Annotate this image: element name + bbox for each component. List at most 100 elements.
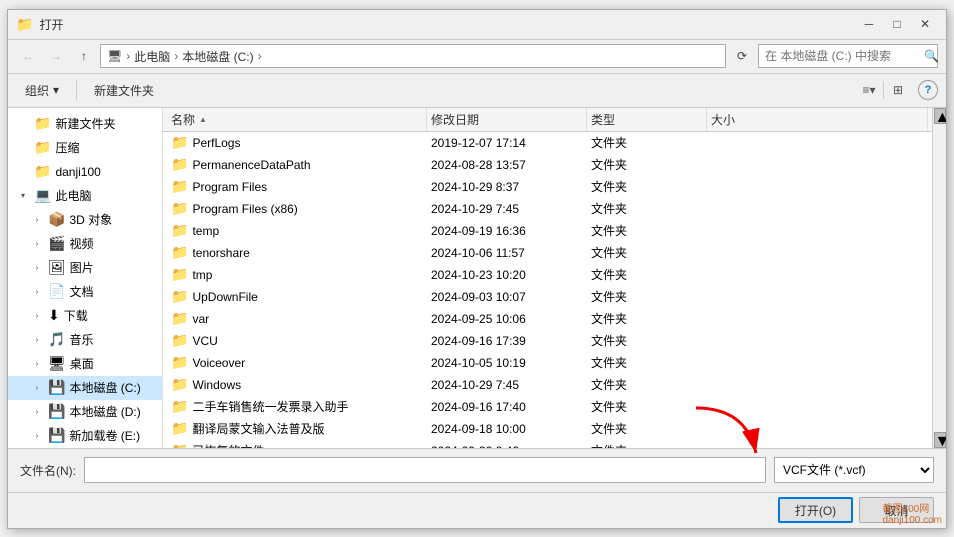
table-row[interactable]: 📁 VCU 2024-09-16 17:39 文件夹 bbox=[163, 330, 932, 352]
expand-icon: › bbox=[30, 381, 44, 395]
sidebar-item-compress[interactable]: 📁 压缩 bbox=[8, 136, 162, 160]
title-bar: 📁 打开 ─ □ ✕ bbox=[8, 10, 946, 40]
back-button[interactable]: ← bbox=[16, 44, 40, 68]
file-date: 2024-09-19 16:36 bbox=[427, 224, 587, 238]
table-row[interactable]: 📁 翻译局蒙文输入法普及版 2024-09-18 10:00 文件夹 bbox=[163, 418, 932, 440]
sidebar-item-3d[interactable]: › 📦 3D 对象 bbox=[8, 208, 162, 232]
breadcrumb-this-pc[interactable]: 此电脑 bbox=[134, 48, 170, 65]
scrollbar-up[interactable]: ▲ bbox=[934, 108, 946, 124]
table-row[interactable]: 📁 二手车销售统一发票录入助手 2024-09-16 17:40 文件夹 bbox=[163, 396, 932, 418]
file-type: 文件夹 bbox=[587, 156, 707, 173]
table-row[interactable]: 📁 PerfLogs 2019-12-07 17:14 文件夹 bbox=[163, 132, 932, 154]
expand-icon: › bbox=[30, 309, 44, 323]
close-button[interactable]: ✕ bbox=[912, 14, 938, 34]
table-row[interactable]: 📁 PermanenceDataPath 2024-08-28 13:57 文件… bbox=[163, 154, 932, 176]
up-button[interactable]: ↑ bbox=[72, 44, 96, 68]
sidebar-item-new-folder[interactable]: 📁 新建文件夹 bbox=[8, 112, 162, 136]
folder-icon: 📁 bbox=[171, 156, 188, 173]
folder-icon: 📁 bbox=[34, 139, 51, 156]
file-date: 2024-10-29 8:37 bbox=[427, 180, 587, 194]
file-date: 2024-09-16 17:39 bbox=[427, 334, 587, 348]
sidebar-item-pictures[interactable]: › 🖼 图片 bbox=[8, 256, 162, 280]
file-date: 2024-10-23 10:20 bbox=[427, 268, 587, 282]
filetype-select[interactable]: VCF文件 (*.vcf) bbox=[774, 457, 934, 483]
file-name: 📁 PermanenceDataPath bbox=[167, 156, 427, 173]
drive-icon: 💾 bbox=[48, 403, 65, 420]
sort-arrow: ▲ bbox=[199, 115, 207, 124]
scrollbar-down[interactable]: ▼ bbox=[934, 432, 946, 448]
expand-icon: › bbox=[30, 357, 44, 371]
file-name: 📁 Windows bbox=[167, 376, 427, 393]
new-folder-button[interactable]: 新建文件夹 bbox=[85, 77, 163, 103]
table-row[interactable]: 📁 Voiceover 2024-10-05 10:19 文件夹 bbox=[163, 352, 932, 374]
table-row[interactable]: 📁 var 2024-09-25 10:06 文件夹 bbox=[163, 308, 932, 330]
file-name: 📁 二手车销售统一发票录入助手 bbox=[167, 398, 427, 415]
table-row[interactable]: 📁 UpDownFile 2024-09-03 10:07 文件夹 bbox=[163, 286, 932, 308]
view-grid-button[interactable]: ⊞ bbox=[886, 78, 910, 102]
col-header-size[interactable]: 大小 bbox=[707, 108, 928, 131]
expand-icon: › bbox=[30, 285, 44, 299]
file-date: 2024-09-25 10:06 bbox=[427, 312, 587, 326]
search-bar: 🔍 bbox=[758, 44, 938, 68]
sidebar-item-d-drive[interactable]: › 💾 本地磁盘 (D:) bbox=[8, 400, 162, 424]
view-list-button[interactable]: ≡▾ bbox=[857, 78, 881, 102]
help-button[interactable]: ? bbox=[918, 80, 938, 100]
filename-input[interactable] bbox=[84, 457, 766, 483]
table-row[interactable]: 📁 temp 2024-09-19 16:36 文件夹 bbox=[163, 220, 932, 242]
sidebar-item-video[interactable]: › 🎬 视频 bbox=[8, 232, 162, 256]
folder-icon: 📁 bbox=[171, 376, 188, 393]
action-bar: 打开(O) 取消 bbox=[8, 492, 946, 528]
minimize-button[interactable]: ─ bbox=[856, 14, 882, 34]
maximize-button[interactable]: □ bbox=[884, 14, 910, 34]
sidebar-item-documents[interactable]: › 📄 文档 bbox=[8, 280, 162, 304]
downloads-icon: ⬇ bbox=[48, 307, 60, 324]
expand-icon: › bbox=[30, 333, 44, 347]
expand-icon: › bbox=[30, 429, 44, 443]
file-name: 📁 Program Files bbox=[167, 178, 427, 195]
file-type: 文件夹 bbox=[587, 354, 707, 371]
col-header-type[interactable]: 类型 bbox=[587, 108, 707, 131]
sidebar-item-music[interactable]: › 🎵 音乐 bbox=[8, 328, 162, 352]
table-row[interactable]: 📁 Program Files 2024-10-29 8:37 文件夹 bbox=[163, 176, 932, 198]
file-name: 📁 temp bbox=[167, 222, 427, 239]
open-dialog: 📁 打开 ─ □ ✕ ← → ↑ 🖥 › 此电脑 › 本地磁盘 (C:) › ⟳… bbox=[7, 9, 947, 529]
breadcrumb-computer[interactable]: 🖥 bbox=[107, 49, 122, 63]
scrollbar[interactable]: ▲ ▼ bbox=[932, 108, 946, 448]
col-header-name[interactable]: 名称 ▲ bbox=[167, 108, 427, 131]
sidebar: 📁 新建文件夹 📁 压缩 📁 danji100 ▾ 💻 此电脑 › bbox=[8, 108, 163, 448]
main-content: 📁 新建文件夹 📁 压缩 📁 danji100 ▾ 💻 此电脑 › bbox=[8, 108, 946, 448]
table-row[interactable]: 📁 tenorshare 2024-10-06 11:57 文件夹 bbox=[163, 242, 932, 264]
breadcrumb-c-drive[interactable]: 本地磁盘 (C:) bbox=[182, 48, 253, 65]
table-row[interactable]: 📁 Program Files (x86) 2024-10-29 7:45 文件… bbox=[163, 198, 932, 220]
table-row[interactable]: 📁 tmp 2024-10-23 10:20 文件夹 bbox=[163, 264, 932, 286]
sidebar-item-desktop[interactable]: › 🖥 桌面 bbox=[8, 352, 162, 376]
cancel-button[interactable]: 取消 bbox=[859, 497, 934, 523]
search-input[interactable] bbox=[765, 49, 920, 63]
file-name: 📁 tenorshare bbox=[167, 244, 427, 261]
file-type: 文件夹 bbox=[587, 398, 707, 415]
folder-icon: 📁 bbox=[171, 332, 188, 349]
file-date: 2024-10-05 10:19 bbox=[427, 356, 587, 370]
file-type: 文件夹 bbox=[587, 134, 707, 151]
file-type: 文件夹 bbox=[587, 266, 707, 283]
sidebar-item-downloads[interactable]: › ⬇ 下载 bbox=[8, 304, 162, 328]
col-header-date[interactable]: 修改日期 bbox=[427, 108, 587, 131]
refresh-button[interactable]: ⟳ bbox=[730, 44, 754, 68]
sidebar-item-c-drive[interactable]: › 💾 本地磁盘 (C:) bbox=[8, 376, 162, 400]
3d-icon: 📦 bbox=[48, 211, 65, 228]
open-button[interactable]: 打开(O) bbox=[778, 497, 853, 523]
table-row[interactable]: 📁 已恢复的文件 2024-09-30 9:40 文件夹 bbox=[163, 440, 932, 448]
folder-icon: 📁 bbox=[171, 222, 188, 239]
forward-button[interactable]: → bbox=[44, 44, 68, 68]
sidebar-item-e-drive[interactable]: › 💾 新加载卷 (E:) bbox=[8, 424, 162, 448]
expand-icon: › bbox=[30, 237, 44, 251]
folder-icon: 📁 bbox=[171, 178, 188, 195]
file-type: 文件夹 bbox=[587, 244, 707, 261]
sidebar-item-this-pc[interactable]: ▾ 💻 此电脑 bbox=[8, 184, 162, 208]
folder-icon: 📁 bbox=[171, 354, 188, 371]
sidebar-item-danji100[interactable]: 📁 danji100 bbox=[8, 160, 162, 184]
view-sep bbox=[883, 81, 884, 99]
organize-button[interactable]: 组织 ▾ bbox=[16, 77, 68, 103]
file-type: 文件夹 bbox=[587, 310, 707, 327]
table-row[interactable]: 📁 Windows 2024-10-29 7:45 文件夹 bbox=[163, 374, 932, 396]
